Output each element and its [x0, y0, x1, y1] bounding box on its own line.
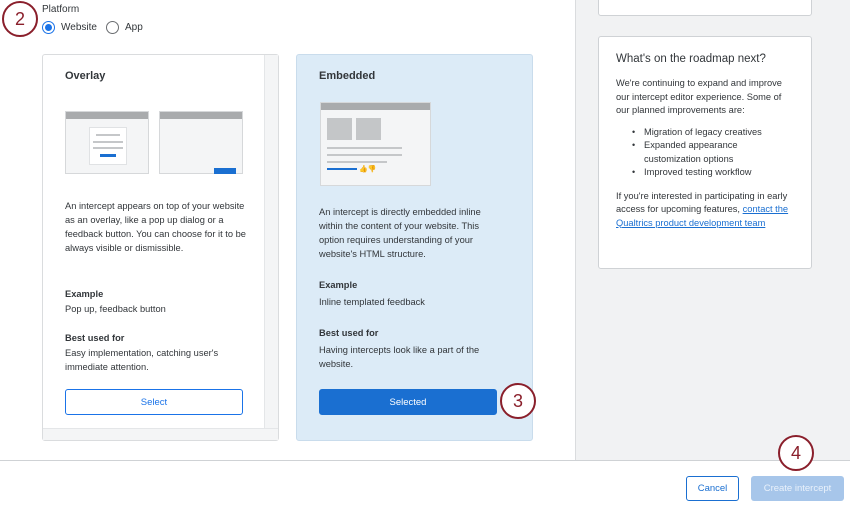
roadmap-box: What's on the roadmap next? We're contin…	[598, 36, 812, 269]
card-description: An intercept appears on top of your webs…	[65, 201, 246, 253]
roadmap-item: Migration of legacy creatives	[632, 126, 794, 140]
select-button[interactable]: Select	[65, 389, 243, 415]
cancel-button[interactable]: Cancel	[686, 476, 739, 501]
platform-label: Platform	[42, 4, 80, 15]
card-scroll-shadow	[264, 55, 278, 440]
footer-bar: Cancel Create intercept	[0, 460, 850, 507]
overlay-card[interactable]: Overlay An intercept appears on top of y…	[42, 54, 279, 441]
callout-4: 4	[778, 435, 814, 471]
example-label: Example	[65, 289, 104, 299]
overlay-dialog-illustration	[65, 111, 149, 174]
example-value: Pop up, feedback button	[65, 304, 166, 314]
roadmap-list: Migration of legacy creatives Expanded a…	[632, 126, 794, 180]
create-intercept-button[interactable]: Create intercept	[751, 476, 844, 501]
radio-label-website: Website	[61, 22, 97, 33]
best-used-value: Having intercepts look like a part of th…	[319, 345, 480, 369]
callout-2: 2	[2, 1, 38, 37]
roadmap-item: Expanded appearance customization option…	[632, 139, 794, 166]
embedded-illustration: 👍👎	[320, 102, 431, 186]
radio-button-unchecked[interactable]	[106, 21, 119, 34]
embedded-card[interactable]: Embedded 👍👎 An intercept is directly emb…	[296, 54, 533, 441]
card-title: Overlay	[65, 70, 106, 82]
roadmap-title: What's on the roadmap next?	[616, 53, 766, 65]
selected-button[interactable]: Selected	[319, 389, 497, 415]
right-panel: What's on the roadmap next? We're contin…	[575, 0, 850, 460]
main-area: 2 Platform Website App Overlay An interc…	[0, 0, 575, 460]
card-description: An intercept is directly embedded inline…	[319, 207, 481, 259]
radio-app[interactable]: App	[106, 21, 143, 34]
radio-website[interactable]: Website	[42, 21, 97, 34]
best-used-value: Easy implementation, catching user's imm…	[65, 348, 219, 372]
roadmap-intro: We're continuing to expand and improve o…	[616, 78, 782, 115]
roadmap-item: Improved testing workflow	[632, 166, 794, 180]
roadmap-outro: If you're interested in participating in…	[616, 190, 794, 231]
best-used-label: Best used for	[65, 333, 125, 343]
radio-button-checked[interactable]	[42, 21, 55, 34]
overlay-feedback-illustration	[159, 111, 243, 174]
card-footer-strip	[43, 428, 278, 440]
example-label: Example	[319, 280, 358, 290]
radio-label-app: App	[125, 22, 143, 33]
card-title: Embedded	[319, 70, 376, 82]
callout-3: 3	[500, 383, 536, 419]
right-panel-top-box	[598, 0, 812, 16]
example-value: Inline templated feedback	[319, 297, 425, 307]
best-used-label: Best used for	[319, 328, 379, 338]
